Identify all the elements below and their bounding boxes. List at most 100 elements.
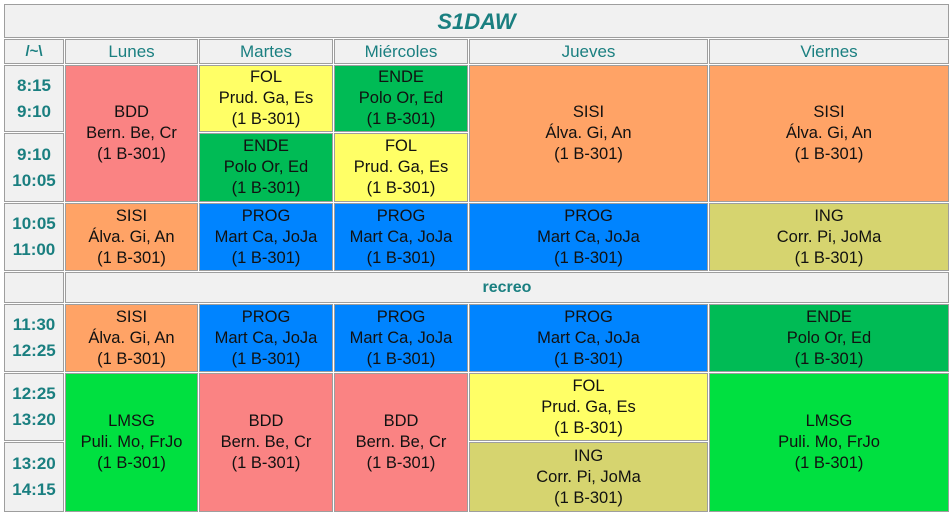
teacher-name: Mart Ca, JoJa (537, 328, 640, 347)
day-header-viernes: Viernes (709, 39, 949, 64)
recreo-break: recreo (65, 272, 949, 303)
subject-code: BDD (383, 412, 419, 430)
teacher-name: Mart Ca, JoJa (214, 227, 318, 246)
subject-code: PROG (241, 307, 291, 326)
subject-code: PROG (376, 307, 426, 326)
room: (1 B-301) (794, 248, 864, 267)
session-cell[interactable]: PROG Mart Ca, JoJa (1 B-301) (469, 203, 708, 271)
teacher-name: Mart Ca, JoJa (349, 227, 453, 246)
room: (1 B-301) (97, 248, 166, 267)
teacher-name: Polo Or, Ed (358, 89, 444, 107)
teacher-name: Corr. Pi, JoMa (776, 227, 882, 246)
subject-code: FOL (384, 137, 418, 155)
subject-code: ENDE (378, 68, 424, 86)
room: (1 B-301) (554, 248, 623, 267)
teacher-name: Mart Ca, JoJa (537, 227, 640, 246)
teacher-name: Polo Or, Ed (223, 158, 309, 176)
session-cell[interactable]: PROG Mart Ca, JoJa (1 B-301) (469, 304, 708, 372)
room: (1 B-301) (554, 488, 623, 507)
session-cell[interactable]: BDD Bern. Be, Cr (1 B-301) (334, 373, 468, 512)
session-cell[interactable]: SISI Álva. Gi, An (1 B-301) (709, 65, 949, 202)
subject-code: LMSG (108, 412, 155, 430)
teacher-name: Polo Or, Ed (786, 328, 872, 347)
teacher-name: Prud. Ga, Es (353, 158, 449, 176)
subject-code: SISI (115, 307, 148, 326)
session-cell[interactable]: FOL Prud. Ga, Es (1 B-301) (469, 373, 708, 441)
day-header-miercoles: Miércoles (334, 39, 468, 64)
teacher-name: Bern. Be, Cr (220, 433, 312, 451)
teacher-name: Álva. Gi, An (88, 227, 175, 246)
teacher-name: Bern. Be, Cr (355, 433, 447, 451)
session-cell[interactable]: ENDE Polo Or, Ed (1 B-301) (334, 65, 468, 132)
subject-code: PROG (376, 206, 426, 225)
room: (1 B-301) (231, 349, 301, 368)
subject-code: BDD (114, 103, 149, 121)
timetable: S1DAW /~\ Lunes Martes Miércoles Jueves … (0, 0, 952, 515)
break-time-slot (4, 272, 64, 303)
teacher-name: Puli. Mo, FrJo (80, 433, 183, 451)
corner-header: /~\ (4, 39, 64, 64)
subject-code: BDD (248, 412, 284, 430)
time-slot: 13:20 14:15 (4, 442, 64, 512)
session-cell[interactable]: PROG Mart Ca, JoJa (1 B-301) (199, 304, 333, 372)
room: (1 B-301) (231, 110, 301, 128)
subject-code: SISI (813, 103, 845, 121)
subject-code: ING (814, 206, 844, 225)
room: (1 B-301) (97, 145, 166, 163)
room: (1 B-301) (554, 349, 623, 368)
room: (1 B-301) (366, 110, 436, 128)
time-slot: 11:30 12:25 (4, 304, 64, 372)
timetable-title: S1DAW (4, 4, 949, 38)
day-header-jueves: Jueves (469, 39, 708, 64)
teacher-name: Bern. Be, Cr (86, 124, 177, 142)
session-cell[interactable]: BDD Bern. Be, Cr (1 B-301) (65, 65, 198, 202)
teacher-name: Corr. Pi, JoMa (536, 467, 641, 486)
session-cell[interactable]: SISI Álva. Gi, An (1 B-301) (65, 203, 198, 271)
session-cell[interactable]: PROG Mart Ca, JoJa (1 B-301) (334, 304, 468, 372)
room: (1 B-301) (97, 454, 166, 472)
room: (1 B-301) (794, 454, 864, 472)
room: (1 B-301) (554, 145, 623, 163)
session-cell[interactable]: LMSG Puli. Mo, FrJo (1 B-301) (65, 373, 198, 512)
subject-code: FOL (572, 376, 605, 395)
session-cell[interactable]: ING Corr. Pi, JoMa (1 B-301) (709, 203, 949, 271)
session-cell[interactable]: ING Corr. Pi, JoMa (1 B-301) (469, 442, 708, 512)
session-cell[interactable]: LMSG Puli. Mo, FrJo (1 B-301) (709, 373, 949, 512)
time-slot: 12:25 13:20 (4, 373, 64, 441)
room: (1 B-301) (97, 349, 166, 368)
subject-code: ING (573, 446, 604, 465)
room: (1 B-301) (231, 179, 301, 197)
teacher-name: Puli. Mo, FrJo (778, 433, 880, 451)
room: (1 B-301) (554, 418, 623, 437)
session-cell[interactable]: PROG Mart Ca, JoJa (1 B-301) (199, 203, 333, 271)
session-cell[interactable]: SISI Álva. Gi, An (1 B-301) (65, 304, 198, 372)
session-cell[interactable]: FOL Prud. Ga, Es (1 B-301) (334, 133, 468, 202)
subject-code: SISI (572, 103, 605, 121)
subject-code: PROG (241, 206, 291, 225)
teacher-name: Prud. Ga, Es (218, 89, 314, 107)
room: (1 B-301) (231, 248, 301, 267)
subject-code: PROG (564, 206, 613, 225)
teacher-name: Álva. Gi, An (785, 124, 873, 142)
subject-code: ENDE (806, 307, 852, 326)
day-header-martes: Martes (199, 39, 333, 64)
room: (1 B-301) (366, 349, 436, 368)
session-cell[interactable]: ENDE Polo Or, Ed (1 B-301) (709, 304, 949, 372)
teacher-name: Mart Ca, JoJa (214, 328, 318, 347)
time-slot: 8:15 9:10 (4, 65, 64, 132)
room: (1 B-301) (231, 454, 301, 472)
subject-code: LMSG (805, 412, 853, 430)
room: (1 B-301) (366, 248, 436, 267)
teacher-name: Álva. Gi, An (545, 124, 632, 142)
subject-code: PROG (564, 307, 613, 326)
session-cell[interactable]: SISI Álva. Gi, An (1 B-301) (469, 65, 708, 202)
session-cell[interactable]: ENDE Polo Or, Ed (1 B-301) (199, 133, 333, 202)
room: (1 B-301) (366, 454, 436, 472)
room: (1 B-301) (794, 145, 864, 163)
time-slot: 10:05 11:00 (4, 203, 64, 271)
time-slot: 9:10 10:05 (4, 133, 64, 202)
day-header-lunes: Lunes (65, 39, 198, 64)
session-cell[interactable]: BDD Bern. Be, Cr (1 B-301) (199, 373, 333, 512)
session-cell[interactable]: FOL Prud. Ga, Es (1 B-301) (199, 65, 333, 132)
session-cell[interactable]: PROG Mart Ca, JoJa (1 B-301) (334, 203, 468, 271)
